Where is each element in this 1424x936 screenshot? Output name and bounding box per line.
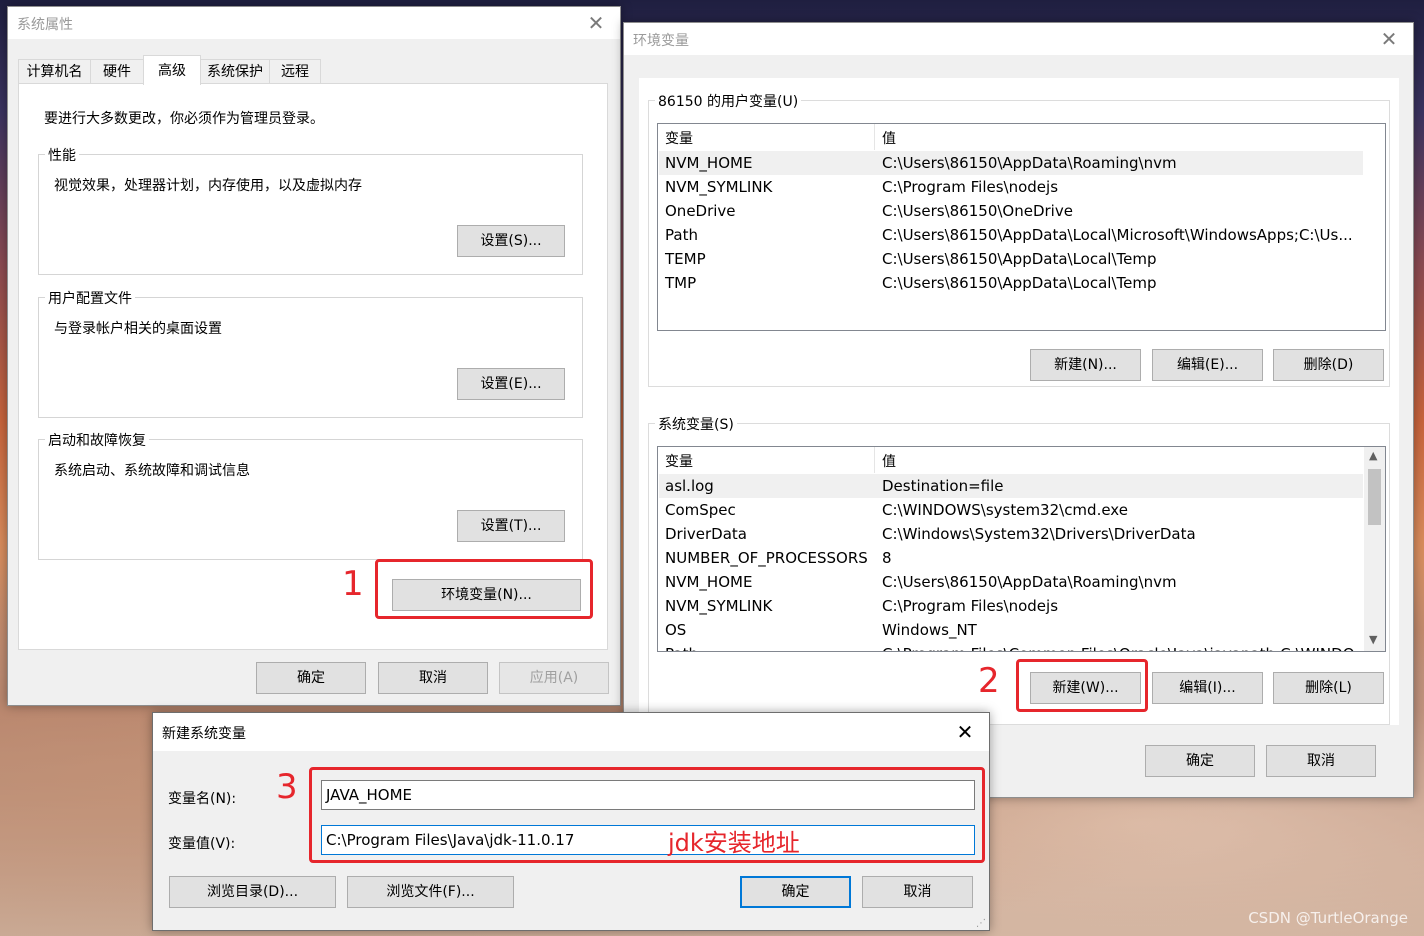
group-desc: 与登录帐户相关的桌面设置 <box>54 321 222 337</box>
list-item[interactable]: OS Windows_NT <box>659 618 1363 642</box>
group-desc: 视觉效果，处理器计划，内存使用，以及虚拟内存 <box>54 178 362 194</box>
cancel-button[interactable]: 取消 <box>1266 745 1376 777</box>
system-variables-list[interactable]: 变量 值 asl.log Destination=file ComSpec C:\W… <box>657 446 1386 652</box>
system-delete-button[interactable]: 删除(L) <box>1273 672 1384 704</box>
group-title: 用户配置文件 <box>45 288 135 308</box>
profile-settings-button[interactable]: 设置(E)... <box>457 368 565 400</box>
close-icon[interactable]: ✕ <box>584 10 608 36</box>
group-title: 86150 的用户变量(U) <box>655 91 802 111</box>
tab-hardware[interactable]: 硬件 <box>90 59 144 84</box>
highlight-variable-inputs <box>309 767 985 863</box>
system-edit-button[interactable]: 编辑(I)... <box>1152 672 1263 704</box>
performance-settings-button[interactable]: 设置(S)... <box>457 225 565 257</box>
column-header-variable[interactable]: 变量 <box>665 451 693 471</box>
cancel-button[interactable]: 取消 <box>862 876 973 908</box>
window-title: 新建系统变量 <box>162 726 246 742</box>
column-header-variable[interactable]: 变量 <box>665 128 693 148</box>
startup-settings-button[interactable]: 设置(T)... <box>457 510 565 542</box>
user-profile-group: 用户配置文件 与登录帐户相关的桌面设置 设置(E)... <box>38 288 583 418</box>
jdk-path-annotation: jdk安装地址 <box>668 829 800 857</box>
tab-computer-name[interactable]: 计算机名 <box>18 59 91 84</box>
list-item[interactable]: NVM_HOME C:\Users\86150\AppData\Roaming\n… <box>659 151 1363 175</box>
window-title: 系统属性 <box>17 17 73 33</box>
window-title: 环境变量 <box>633 33 689 49</box>
list-item[interactable]: Path C:\Users\86150\AppData\Local\Microso… <box>659 223 1363 247</box>
watermark: CSDN @TurtleOrange <box>1248 909 1408 927</box>
tab-advanced[interactable]: 高级 <box>143 55 201 85</box>
title-bar[interactable]: 新建系统变量 ✕ <box>153 713 989 751</box>
close-icon[interactable]: ✕ <box>1377 26 1401 52</box>
step-number-1: 1 <box>342 564 364 604</box>
resize-grip-icon[interactable]: ⋰ <box>976 918 986 929</box>
chevron-up-icon[interactable]: ▲ <box>1369 449 1377 462</box>
list-item[interactable]: NVM_HOME C:\Users\86150\AppData\Roaming\n… <box>659 570 1363 594</box>
list-header: 变量 值 <box>658 447 1385 473</box>
group-title: 启动和故障恢复 <box>45 430 149 450</box>
apply-button[interactable]: 应用(A) <box>499 662 609 694</box>
column-header-value[interactable]: 值 <box>882 128 896 148</box>
ok-button[interactable]: 确定 <box>256 662 366 694</box>
highlight-environment-variables-button <box>375 559 593 619</box>
list-item[interactable]: asl.log Destination=file <box>659 474 1363 498</box>
tab-remote[interactable]: 远程 <box>269 59 321 84</box>
user-new-button[interactable]: 新建(N)... <box>1030 349 1141 381</box>
tab-system-protection[interactable]: 系统保护 <box>200 59 270 84</box>
list-header: 变量 值 <box>658 124 1385 150</box>
list-item[interactable]: DriverData C:\Windows\System32\Drivers\Dr… <box>659 522 1363 546</box>
column-header-value[interactable]: 值 <box>882 451 896 471</box>
user-edit-button[interactable]: 编辑(E)... <box>1152 349 1263 381</box>
list-item[interactable]: NUMBER_OF_PROCESSORS 8 <box>659 546 1363 570</box>
chevron-down-icon[interactable]: ▼ <box>1369 633 1377 646</box>
user-variables-group: 86150 的用户变量(U) 变量 值 NVM_HOME C:\Users\861… <box>648 91 1390 387</box>
group-title: 性能 <box>45 145 79 165</box>
scrollbar-thumb[interactable] <box>1368 469 1381 525</box>
env-panel: 86150 的用户变量(U) 变量 值 NVM_HOME C:\Users\861… <box>639 78 1399 725</box>
variable-name-label: 变量名(N): <box>168 791 237 807</box>
title-bar[interactable]: 系统属性 ✕ <box>8 7 620 39</box>
highlight-system-new-button <box>1016 659 1148 712</box>
ok-button[interactable]: 确定 <box>740 876 851 908</box>
title-bar[interactable]: 环境变量 ✕ <box>624 23 1413 55</box>
list-item[interactable]: TEMP C:\Users\86150\AppData\Local\Temp <box>659 247 1363 271</box>
list-item[interactable]: ComSpec C:\WINDOWS\system32\cmd.exe <box>659 498 1363 522</box>
cancel-button[interactable]: 取消 <box>378 662 488 694</box>
performance-group: 性能 视觉效果，处理器计划，内存使用，以及虚拟内存 设置(S)... <box>38 145 583 275</box>
startup-recovery-group: 启动和故障恢复 系统启动、系统故障和调试信息 设置(T)... <box>38 430 583 560</box>
browse-file-button[interactable]: 浏览文件(F)... <box>347 876 514 908</box>
group-desc: 系统启动、系统故障和调试信息 <box>54 463 250 479</box>
vertical-scrollbar[interactable]: ▲ ▼ <box>1364 447 1385 651</box>
admin-note: 要进行大多数更改，你必须作为管理员登录。 <box>44 111 324 127</box>
user-delete-button[interactable]: 删除(D) <box>1273 349 1384 381</box>
list-item[interactable]: OneDrive C:\Users\86150\OneDrive <box>659 199 1363 223</box>
group-title: 系统变量(S) <box>655 414 737 434</box>
ok-button[interactable]: 确定 <box>1145 745 1255 777</box>
step-number-2: 2 <box>978 661 1000 701</box>
list-item[interactable]: NVM_SYMLINK C:\Program Files\nodejs <box>659 594 1363 618</box>
list-item[interactable]: TMP C:\Users\86150\AppData\Local\Temp <box>659 271 1363 295</box>
list-item[interactable]: NVM_SYMLINK C:\Program Files\nodejs <box>659 175 1363 199</box>
close-icon[interactable]: ✕ <box>953 719 977 745</box>
browse-directory-button[interactable]: 浏览目录(D)... <box>169 876 336 908</box>
list-item[interactable]: PathC:\Program Files\Common Files\Oracle… <box>659 642 1368 651</box>
variable-value-label: 变量值(V): <box>168 836 236 852</box>
user-variables-list[interactable]: 变量 值 NVM_HOME C:\Users\86150\AppData\Roam… <box>657 123 1386 331</box>
step-number-3: 3 <box>276 767 298 807</box>
